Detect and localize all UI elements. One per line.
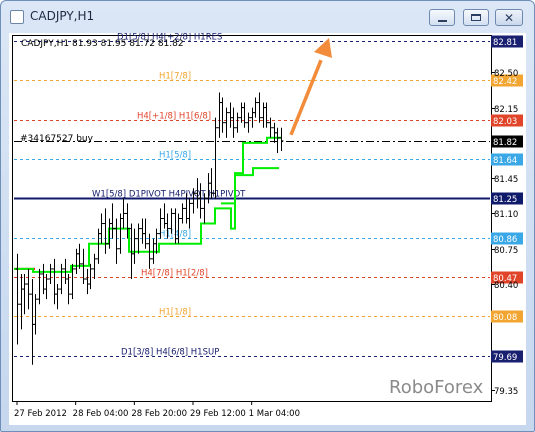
price-tag-5: 81.25: [493, 195, 517, 205]
chart-background: [9, 33, 526, 425]
chart-window: CADJPY,H1 ✕ D1[5/8] H4[+2/8] H1RES 82.81 H…: [0, 0, 535, 432]
level-label-4: H1[5/8]: [159, 151, 191, 161]
chart-area[interactable]: D1[5/8] H4[+2/8] H1RES 82.81 H1[7/8] 82.42 H…: [9, 33, 526, 425]
price-tag-6: 80.86: [493, 235, 517, 245]
x-tick-label-4: 1 Mar 04:00: [249, 409, 300, 419]
y-tick-label-1: 82.15: [494, 105, 518, 115]
price-tag-4: 81.64: [493, 156, 517, 166]
window-title: CADJPY,H1: [30, 9, 95, 23]
trade-label: #34167527 buy: [20, 134, 94, 144]
x-tick-label-2: 28 Feb 20:00: [131, 409, 187, 419]
price-tag-2: 82.03: [493, 117, 517, 127]
level-label-8: H1[1/8]: [159, 308, 191, 318]
level-label-7: H4[7/8] H1[2/8]: [141, 269, 208, 279]
minimize-icon: [438, 20, 447, 22]
y-tick-label-3: 81.10: [494, 210, 518, 220]
y-tick-label-0: 82.50: [494, 69, 518, 79]
y-tick-label-5: 80.40: [494, 281, 518, 291]
price-tag-3: 81.82: [493, 138, 517, 148]
maximize-icon: [471, 14, 481, 21]
price-tag-8: 80.08: [493, 313, 517, 323]
x-tick-label-0: 27 Feb 2012: [14, 409, 67, 419]
y-tick-label-6: 79.35: [494, 387, 518, 397]
maximize-button[interactable]: [463, 9, 489, 26]
level-label-1: H1[7/8]: [159, 72, 191, 82]
chart-window-icon: [10, 10, 24, 24]
level-label-2: H4[+1/8] H1[6/8]: [137, 112, 211, 122]
level-label-9: D1[3/8] H4[6/8] H1SUP: [121, 348, 219, 358]
x-tick-label-1: 28 Feb 04:00: [73, 409, 129, 419]
minimize-button[interactable]: [429, 9, 455, 26]
y-tick-label-4: 80.75: [494, 246, 518, 256]
watermark: RoboForex: [389, 377, 484, 398]
symbol-info-line: CADJPY,H1 81.93 81.95 81.72 81.82: [21, 39, 184, 49]
price-chart[interactable]: D1[5/8] H4[+2/8] H1RES82.81H1[7/8]82.42H…: [9, 33, 526, 425]
price-tag-9: 79.69: [493, 353, 517, 363]
close-icon: ✕: [504, 11, 515, 25]
y-tick-label-2: 81.45: [494, 175, 518, 185]
title-bar[interactable]: CADJPY,H1 ✕: [1, 1, 534, 29]
x-tick-label-3: 29 Feb 12:00: [190, 409, 246, 419]
close-button[interactable]: ✕: [495, 9, 523, 26]
level-label-5: W1[5/8] D1PIVOT H4PIVOT H1PIVOT: [92, 190, 246, 200]
price-tag-0: 82.81: [493, 38, 517, 48]
